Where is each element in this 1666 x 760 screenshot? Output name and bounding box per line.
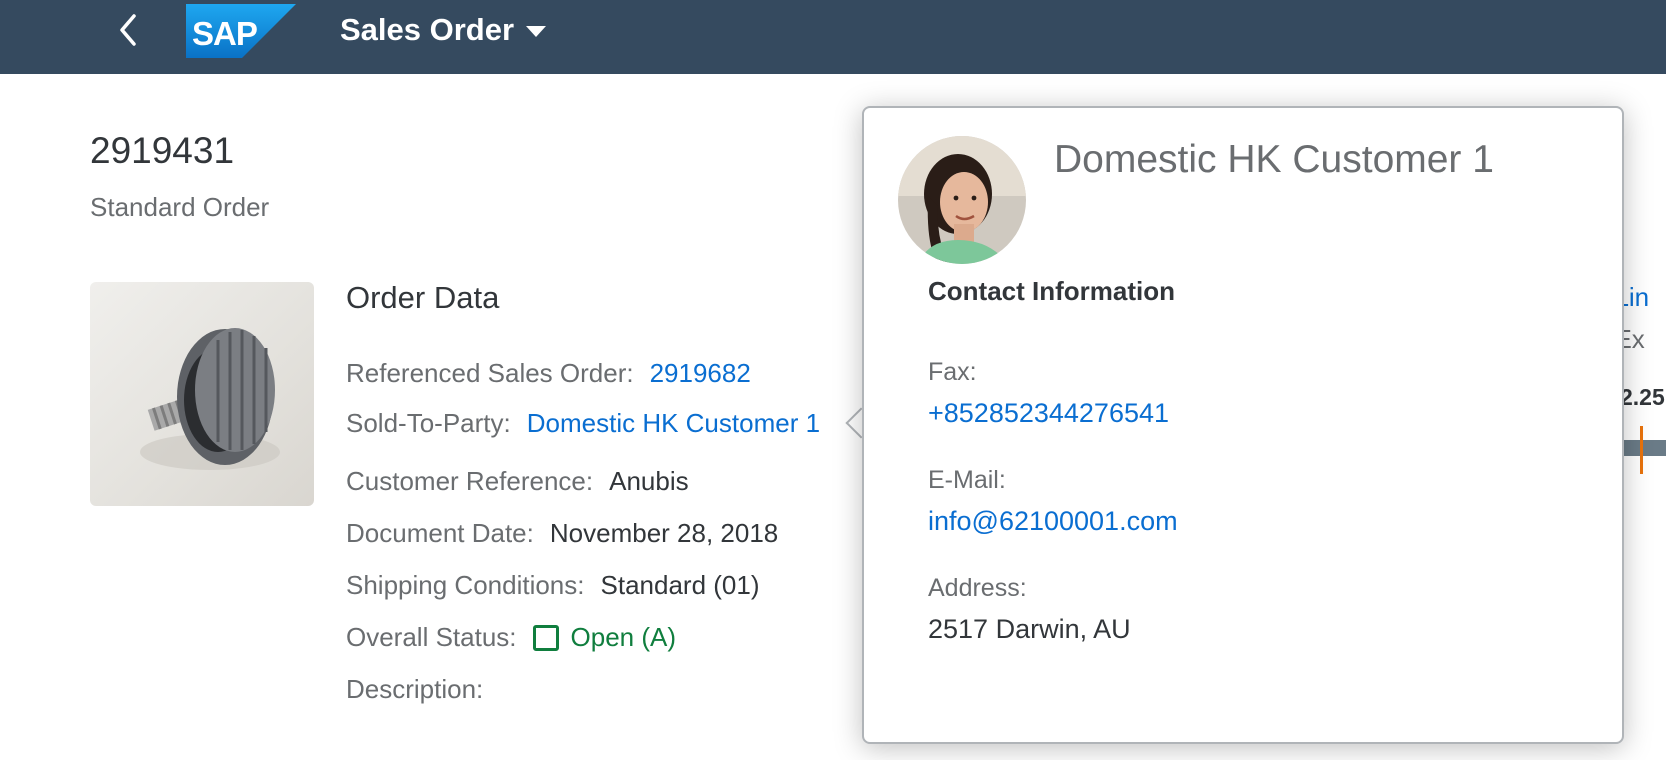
email-label: E-Mail: xyxy=(928,466,1006,494)
object-subtitle: Standard Order xyxy=(90,192,270,222)
field-customer-reference: Customer Reference: Anubis xyxy=(346,466,689,497)
contact-popover: Domestic HK Customer 1 Contact Informati… xyxy=(862,106,1624,744)
status-square-icon xyxy=(532,624,559,651)
referenced-sales-order-link[interactable]: 2919682 xyxy=(650,358,751,389)
contact-information-title: Contact Information xyxy=(928,276,1175,306)
fax-link[interactable]: +852852344276541 xyxy=(928,398,1169,429)
field-label: Customer Reference: xyxy=(346,466,594,496)
field-overall-status: Overall Status: Open (A) xyxy=(346,622,676,653)
field-description: Description: xyxy=(346,674,499,705)
popover-title: Domestic HK Customer 1 xyxy=(1054,138,1494,181)
field-label: Sold-To-Party: xyxy=(346,408,511,438)
field-sold-to-party: Sold-To-Party: Domestic HK Customer 1 xyxy=(346,408,820,439)
triangle-down-icon xyxy=(526,25,547,37)
field-label: Shipping Conditions: xyxy=(346,570,585,600)
field-shipping-conditions: Shipping Conditions: Standard (01) xyxy=(346,570,759,601)
field-value: November 28, 2018 xyxy=(549,518,779,548)
email-link[interactable]: info@62100001.com xyxy=(928,506,1178,537)
svg-text:SAP: SAP xyxy=(192,15,257,52)
address-label: Address: xyxy=(928,574,1027,602)
field-referenced-sales-order: Referenced Sales Order: 2919682 xyxy=(346,358,751,389)
object-title: 2919431 xyxy=(90,130,235,171)
status-value: Open (A) xyxy=(570,622,677,652)
product-image xyxy=(90,282,314,506)
sap-logo[interactable]: SAP xyxy=(186,4,296,58)
shell-bar: SAP Sales Order xyxy=(0,0,1666,74)
partial-number: 2.25 xyxy=(1620,384,1665,410)
avatar xyxy=(898,136,1026,264)
field-label: Referenced Sales Order: xyxy=(346,358,634,388)
field-label: Description: xyxy=(346,674,484,704)
address-value: 2517 Darwin, AU xyxy=(928,614,1131,644)
field-label: Overall Status: xyxy=(346,622,517,652)
back-button[interactable] xyxy=(108,10,148,50)
field-value: Anubis xyxy=(609,466,689,496)
field-label: Document Date: xyxy=(346,518,534,548)
fax-label: Fax: xyxy=(928,358,977,386)
field-value: Standard (01) xyxy=(600,570,760,600)
order-data-title: Order Data xyxy=(346,280,500,315)
app-title-menu[interactable]: Sales Order xyxy=(340,10,547,50)
chevron-left-icon xyxy=(120,14,136,46)
field-document-date: Document Date: November 28, 2018 xyxy=(346,518,778,549)
partial-bar-marker xyxy=(1640,426,1643,474)
sold-to-party-link[interactable]: Domestic HK Customer 1 xyxy=(527,408,820,439)
app-title: Sales Order xyxy=(340,12,515,47)
